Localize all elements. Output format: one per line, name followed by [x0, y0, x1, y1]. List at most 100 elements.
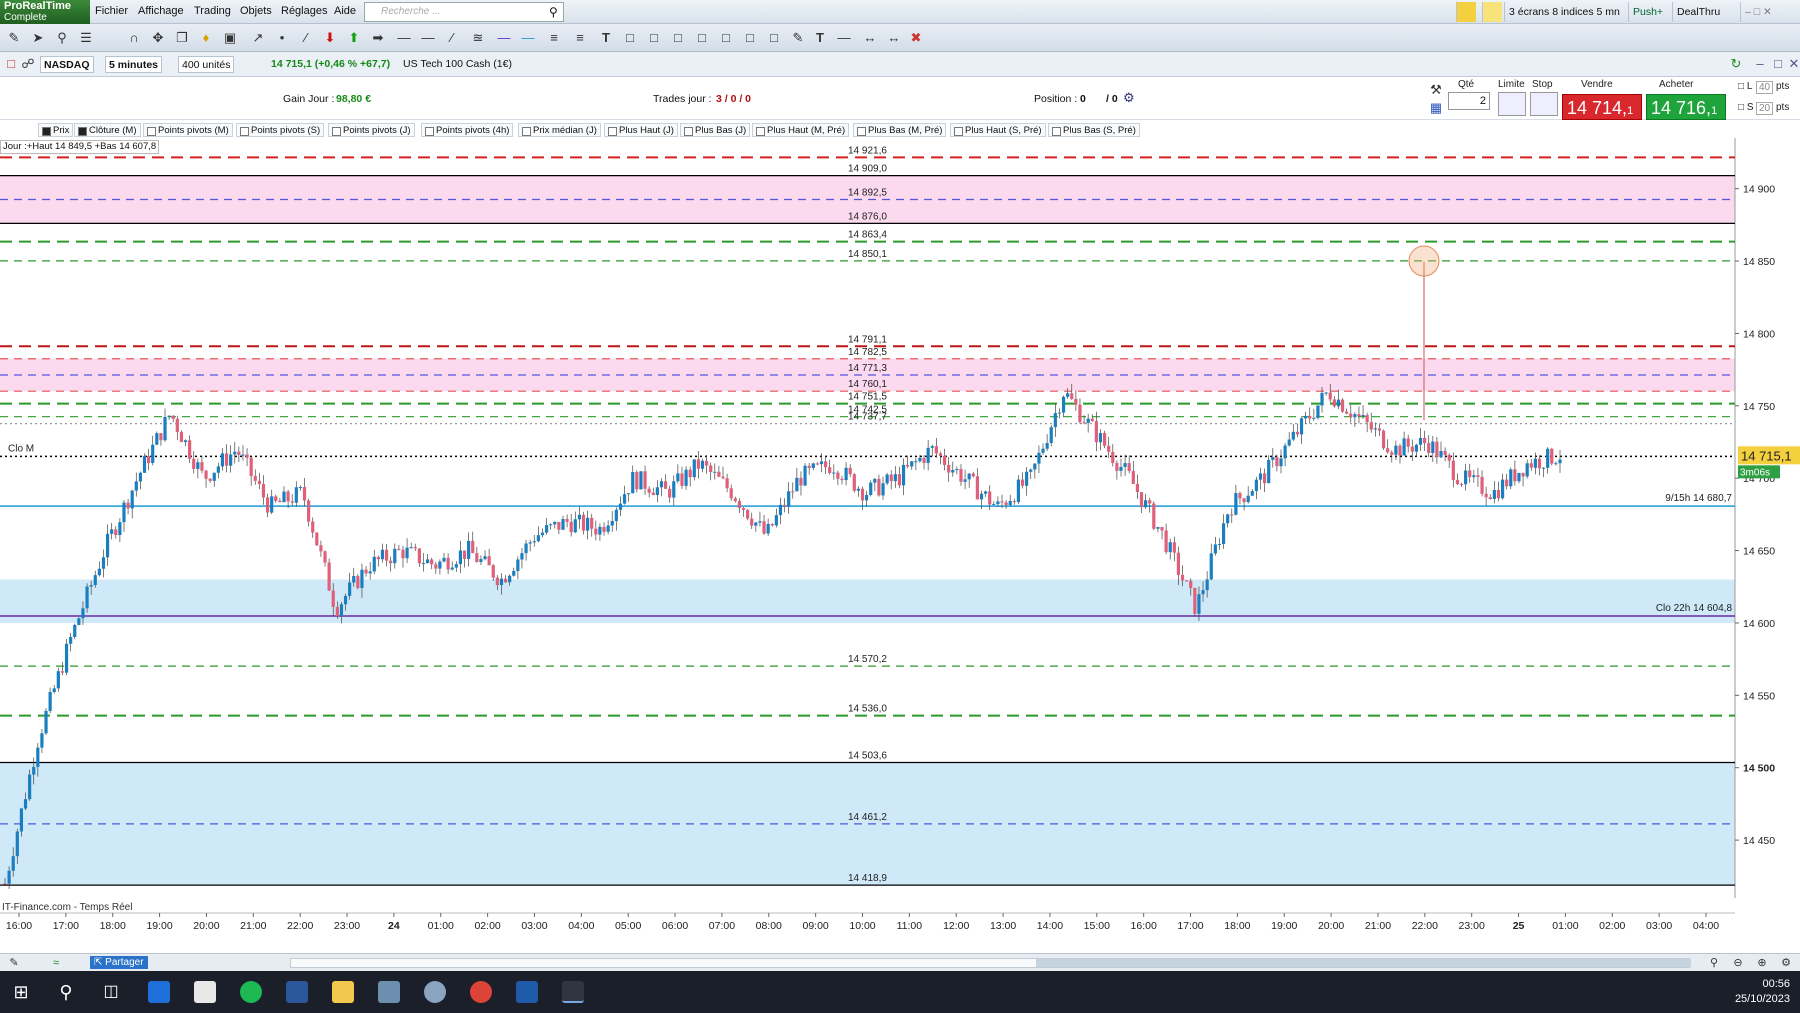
layout-selector[interactable]: 3 écrans 8 indices 5 mn	[1504, 2, 1624, 22]
legend-pivots-m[interactable]: Points pivots (M)	[143, 123, 233, 137]
legend-prix-median[interactable]: Prix médian (J)	[518, 123, 601, 137]
app-white-icon[interactable]	[194, 981, 216, 1003]
measure-icon[interactable]: ↔	[862, 30, 878, 46]
task-view-icon[interactable]: ◫	[100, 981, 122, 1003]
spotify-icon[interactable]	[240, 981, 262, 1003]
app-diamond-icon[interactable]	[516, 981, 538, 1003]
app-blue-icon[interactable]	[148, 981, 170, 1003]
hline-icon[interactable]: —	[396, 30, 412, 46]
close-icon[interactable]: ✕	[1786, 56, 1800, 72]
text2-icon[interactable]: T	[812, 30, 828, 46]
text-tool-icon[interactable]: T	[598, 30, 614, 46]
refresh-icon[interactable]: ↻	[1728, 56, 1744, 72]
menu-objets[interactable]: Objets	[240, 5, 272, 17]
maximize-icon[interactable]: □	[1770, 56, 1786, 72]
price-chart[interactable]: 14 921,6 14 909,0 14 892,5 14 876,0 14 863,4…	[0, 138, 1800, 953]
delete-all-icon[interactable]: ✖	[908, 30, 924, 46]
time-scrollbar[interactable]	[290, 958, 1691, 968]
ruler-icon[interactable]: ☰	[78, 30, 94, 46]
dealthru-button[interactable]: DealThru	[1672, 2, 1724, 22]
zoom-out-icon[interactable]: ⊖	[1730, 955, 1746, 971]
move-icon[interactable]: ✥	[150, 30, 166, 46]
buy-button[interactable]: 14 716,1	[1646, 94, 1726, 120]
cursor-icon[interactable]: ➤	[30, 30, 46, 46]
timeframe-selector[interactable]: 5 minutes	[105, 56, 163, 73]
search-taskbar-icon[interactable]: ⚲	[55, 981, 77, 1003]
l-pts-input[interactable]: 40	[1756, 81, 1774, 94]
dash-icon[interactable]: —	[836, 30, 852, 46]
zoom-fit-icon[interactable]: ⚲	[1706, 955, 1722, 971]
zoom-icon[interactable]: ⚲	[54, 30, 70, 46]
rect5-icon[interactable]: □	[718, 30, 734, 46]
legend-pivots-4h[interactable]: Points pivots (4h)	[421, 123, 514, 137]
legend-pivots-j[interactable]: Points pivots (J)	[328, 123, 415, 137]
search-input[interactable]: Recherche ...	[364, 2, 564, 22]
share-button[interactable]: ⇱ Partager	[90, 956, 148, 969]
legend-plus-haut-s[interactable]: Plus Haut (S, Pré)	[950, 123, 1046, 137]
purple-line-icon[interactable]: —	[496, 30, 512, 46]
units-selector[interactable]: 400 unités	[178, 56, 235, 73]
legend-plus-haut-j[interactable]: Plus Haut (J)	[604, 123, 678, 137]
menu-reglages[interactable]: Réglages	[281, 5, 327, 17]
legend-plus-haut-m[interactable]: Plus Haut (M, Pré)	[752, 123, 850, 137]
sell-button[interactable]: 14 714,1	[1562, 94, 1642, 120]
legend-prix[interactable]: Prix	[38, 123, 74, 137]
s-checkbox[interactable]: □ S	[1738, 102, 1754, 113]
wrench-icon[interactable]: ⚒	[1428, 82, 1444, 98]
chart-settings-icon[interactable]: ⚙	[1778, 955, 1794, 971]
segment-icon[interactable]: •	[274, 30, 290, 46]
word-icon[interactable]	[286, 981, 308, 1003]
trash-icon[interactable]: ▣	[222, 30, 238, 46]
ray-icon[interactable]: ∕	[298, 30, 314, 46]
legend-plus-bas-j[interactable]: Plus Bas (J)	[680, 123, 751, 137]
menu-trading[interactable]: Trading	[194, 5, 231, 17]
rect4-icon[interactable]: □	[694, 30, 710, 46]
message-icon[interactable]	[1482, 2, 1502, 22]
stop-toggle[interactable]	[1530, 92, 1558, 116]
market-selector[interactable]: NASDAQ	[40, 56, 94, 73]
copy-icon[interactable]: ❐	[174, 30, 190, 46]
legend-cloture-m[interactable]: Clôture (M)	[74, 123, 141, 137]
blue-line-icon[interactable]: —	[520, 30, 536, 46]
legend-pivots-s[interactable]: Points pivots (S)	[236, 123, 325, 137]
calculator-app-icon[interactable]	[378, 981, 400, 1003]
pencil-icon[interactable]: ✎	[6, 30, 22, 46]
indicator-icon[interactable]: □	[3, 56, 19, 72]
rect7-icon[interactable]: □	[766, 30, 782, 46]
chart-type-icon[interactable]: ≈	[48, 955, 64, 971]
l-checkbox[interactable]: □ L	[1738, 81, 1752, 92]
explorer-icon[interactable]	[332, 981, 354, 1003]
fib2-icon[interactable]: ≡	[572, 30, 588, 46]
channel-icon[interactable]: ≊	[470, 30, 486, 46]
chrome-icon[interactable]	[470, 981, 492, 1003]
eraser-icon[interactable]: ✎	[790, 30, 806, 46]
push-button[interactable]: Push+	[1628, 2, 1667, 22]
menu-fichier[interactable]: Fichier	[95, 5, 128, 17]
right-arrow-icon[interactable]: ➡	[370, 30, 386, 46]
fibonacci-icon[interactable]: ≡	[546, 30, 562, 46]
windows-start-icon[interactable]: ⊞	[10, 981, 32, 1003]
calculator-icon[interactable]: ▦	[1428, 100, 1444, 116]
window-controls[interactable]: – □ ✕	[1740, 2, 1796, 22]
buy-arrow-icon[interactable]: ⬆	[346, 30, 362, 46]
rect3-icon[interactable]: □	[670, 30, 686, 46]
hline2-icon[interactable]: —	[420, 30, 436, 46]
minimize-icon[interactable]: –	[1752, 56, 1768, 72]
qty-input[interactable]: 2	[1448, 92, 1490, 110]
measure2-icon[interactable]: ↔	[886, 30, 902, 46]
rect-icon[interactable]: □	[622, 30, 638, 46]
search-icon[interactable]: ⚲	[549, 5, 558, 19]
menu-aide[interactable]: Aide	[334, 5, 356, 17]
settings-icon[interactable]: ⚙	[1123, 90, 1135, 106]
rect2-icon[interactable]: □	[646, 30, 662, 46]
prorealtime-task-icon[interactable]	[562, 981, 584, 1003]
s-pts-input[interactable]: 20	[1756, 102, 1774, 115]
bell-icon[interactable]: ♦	[198, 30, 214, 46]
magnet-icon[interactable]: ∩	[126, 30, 142, 46]
draw-icon[interactable]: ✎	[6, 955, 22, 971]
legend-plus-bas-m[interactable]: Plus Bas (M, Pré)	[853, 123, 947, 137]
app-gear-icon[interactable]	[424, 981, 446, 1003]
scrollbar-thumb[interactable]	[1036, 959, 1691, 967]
alert-icon[interactable]	[1456, 2, 1476, 22]
limit-toggle[interactable]	[1498, 92, 1526, 116]
